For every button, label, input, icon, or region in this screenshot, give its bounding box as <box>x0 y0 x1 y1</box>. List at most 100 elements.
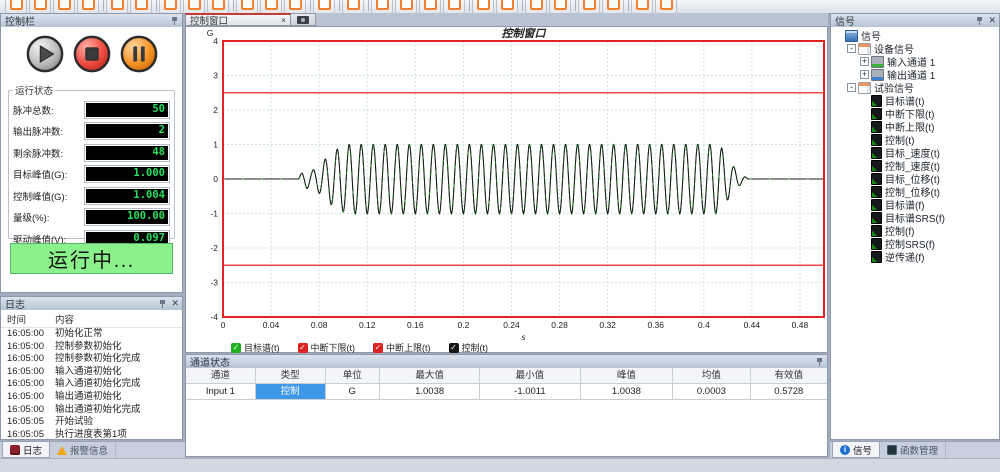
toolbar-icon-glyph <box>58 0 71 10</box>
control-bar-titlebar: 控制栏 <box>1 14 182 28</box>
legend-checkbox[interactable]: ✓ <box>298 343 308 353</box>
legend-checkbox[interactable]: ✓ <box>449 343 459 353</box>
legend-checkbox[interactable]: ✓ <box>373 343 383 353</box>
close-icon[interactable]: ✕ <box>988 16 996 25</box>
bottom-tab[interactable]: 日志 <box>2 442 50 458</box>
legend-checkbox[interactable]: ✓ <box>231 343 241 353</box>
snapshot-tab[interactable] <box>291 13 316 26</box>
pin-icon[interactable] <box>975 16 984 26</box>
tree-item-label: 逆传递(f) <box>885 249 924 264</box>
x-tick-label: 0 <box>221 320 226 330</box>
tab-label: 日志 <box>23 443 42 457</box>
tree-item[interactable]: 逆传递(f) <box>831 250 999 263</box>
toolbar-icon[interactable] <box>207 0 229 14</box>
control-bar-body: 运行状态 脉冲总数: 50 输出脉冲数: 2 <box>1 27 182 292</box>
tree-item[interactable]: 信号 <box>831 29 999 42</box>
toolbar-icon[interactable] <box>313 0 335 14</box>
pin-icon[interactable] <box>170 16 179 26</box>
toolbar-icon[interactable] <box>159 0 181 14</box>
legend-item[interactable]: ✓ 控制(t) <box>449 341 489 354</box>
log-row[interactable]: 16:05:00 输入通道初始化完成 <box>1 378 182 391</box>
toolbar-icon[interactable] <box>5 0 27 14</box>
toolbar-icon-glyph <box>318 0 331 10</box>
bottom-tab[interactable]: 报警信息 <box>50 442 116 458</box>
log-text: 开始试验 <box>55 416 93 429</box>
start-button[interactable] <box>26 35 64 73</box>
channel-status-titlebar: 通道状态 <box>186 355 827 369</box>
log-row[interactable]: 16:05:00 输出通道初始化 <box>1 391 182 404</box>
tree-item[interactable]: 目标谱SRS(f) <box>831 211 999 224</box>
signal-icon <box>871 147 882 159</box>
toolbar-icon[interactable] <box>419 0 441 14</box>
bottom-tab[interactable]: i 信号 <box>832 442 880 458</box>
toolbar-icon[interactable] <box>260 0 282 14</box>
toolbar-icon[interactable] <box>602 0 624 14</box>
toolbar-icon[interactable] <box>53 0 75 14</box>
log-text: 执行进度表第1项 <box>55 429 127 439</box>
log-row[interactable]: 16:05:05 开始试验 <box>1 416 182 429</box>
legend-item[interactable]: ✓ 中断下限(t) <box>298 341 356 354</box>
legend-item[interactable]: ✓ 目标谱(t) <box>231 341 280 354</box>
x-tick-label: 0.36 <box>647 320 664 330</box>
expander-icon[interactable]: - <box>847 44 856 53</box>
toolbar-icon-glyph <box>10 0 23 10</box>
tree-item[interactable]: 中断上限(t) <box>831 120 999 133</box>
log-titlebar: 日志 ✕ <box>1 297 182 311</box>
toolbar-icon[interactable] <box>77 0 99 14</box>
log-row[interactable]: 16:05:00 控制参数初始化完成 <box>1 353 182 366</box>
y-tick-label: 0 <box>213 174 218 184</box>
toolbar-icon[interactable] <box>631 0 653 14</box>
log-time: 16:05:00 <box>7 328 55 341</box>
toolbar-icon[interactable] <box>130 0 152 14</box>
toolbar-icon[interactable] <box>395 0 417 14</box>
log-row[interactable]: 16:05:00 控制参数初始化 <box>1 341 182 354</box>
channel-table-row[interactable]: Input 1控制G1.0038-1.00111.00380.00030.572… <box>186 384 827 400</box>
y-tick-label: 1 <box>213 140 218 150</box>
pin-icon[interactable] <box>158 299 167 309</box>
toolbar-icon[interactable] <box>284 0 306 14</box>
log-time: 16:05:00 <box>7 341 55 354</box>
toolbar-icon[interactable] <box>443 0 465 14</box>
channel-status-title: 通道状态 <box>190 354 230 369</box>
tab-control-window[interactable]: 控制窗口 × <box>185 13 291 26</box>
toolbar-icon[interactable] <box>496 0 518 14</box>
close-icon[interactable]: ✕ <box>171 299 179 308</box>
y-tick-label: 2 <box>213 105 218 115</box>
pin-icon[interactable] <box>815 357 824 367</box>
status-field-display: 50 <box>84 101 170 119</box>
legend-item[interactable]: ✓ 中断上限(t) <box>373 341 431 354</box>
x-tick-label: 0.4 <box>698 320 710 330</box>
toolbar-icon[interactable] <box>578 0 600 14</box>
tab-close-icon[interactable]: × <box>281 16 286 25</box>
toolbar-icon[interactable] <box>29 0 51 14</box>
toolbar-icon-glyph <box>554 0 567 10</box>
toolbar-icon[interactable] <box>549 0 571 14</box>
pause-button[interactable] <box>120 35 158 73</box>
stop-button[interactable] <box>73 35 111 73</box>
toolbar-icon[interactable] <box>371 0 393 14</box>
log-row[interactable]: 16:05:00 初始化正常 <box>1 328 182 341</box>
toolbar-icon-glyph <box>164 0 177 10</box>
x-tick-label: 0.48 <box>792 320 809 330</box>
toolbar-icon[interactable] <box>183 0 205 14</box>
tree-item[interactable]: + 输出通道 1 <box>831 68 999 81</box>
expander-icon[interactable]: + <box>860 70 869 79</box>
toolbar-icon[interactable] <box>472 0 494 14</box>
signal-icon <box>858 43 871 55</box>
expander-icon[interactable]: - <box>847 83 856 92</box>
toolbar-icon[interactable] <box>342 0 364 14</box>
toolbar-icon[interactable] <box>525 0 547 14</box>
expander-icon[interactable]: + <box>860 57 869 66</box>
log-row[interactable]: 16:05:05 执行进度表第1项 <box>1 429 182 439</box>
log-text: 输出通道初始化完成 <box>55 404 141 417</box>
bottom-tab[interactable]: 函数管理 <box>880 442 946 458</box>
toolbar-icon[interactable] <box>106 0 128 14</box>
toolbar-icon[interactable] <box>236 0 258 14</box>
toolbar-icon-glyph <box>400 0 413 10</box>
log-row[interactable]: 16:05:00 输出通道初始化完成 <box>1 404 182 417</box>
x-tick-label: 0.24 <box>503 320 520 330</box>
running-status-banner: 运行中... <box>10 243 173 274</box>
channel-header-cell: 有效值 <box>751 368 827 383</box>
log-row[interactable]: 16:05:00 输入通道初始化 <box>1 366 182 379</box>
toolbar-icon[interactable] <box>655 0 677 14</box>
